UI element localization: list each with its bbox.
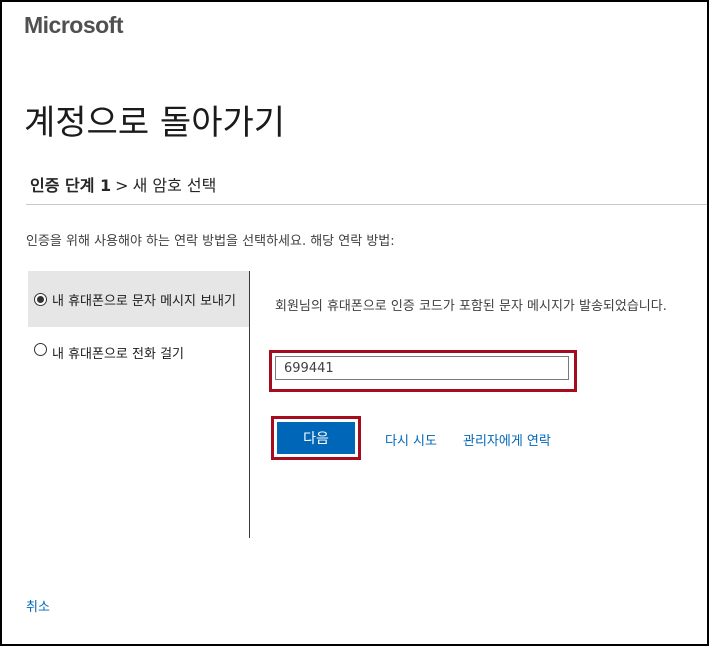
contact-method-list: 내 휴대폰으로 문자 메시지 보내기 내 휴대폰으로 전화 걸기 bbox=[28, 271, 249, 387]
contact-admin-link[interactable]: 관리자에게 연락 bbox=[463, 430, 551, 449]
page-title: 계정으로 돌아가기 bbox=[24, 103, 286, 143]
page-frame: Microsoft 계정으로 돌아가기 인증 단계 1 > 새 암호 선택 인증을 … bbox=[0, 0, 709, 646]
breadcrumb: 인증 단계 1 > 새 암호 선택 bbox=[30, 172, 216, 196]
breadcrumb-separator: > bbox=[115, 176, 129, 195]
verification-code-input[interactable] bbox=[275, 356, 569, 380]
method-label: 내 휴대폰으로 전화 걸기 bbox=[52, 347, 184, 362]
method-label: 내 휴대폰으로 문자 메시지 보내기 bbox=[52, 293, 236, 309]
radio-unselected-icon[interactable] bbox=[34, 343, 47, 356]
breadcrumb-current-step: 인증 단계 1 bbox=[30, 176, 112, 195]
instructions-text: 인증을 위해 사용해야 하는 연락 방법을 선택하세요. 해당 연락 방법: bbox=[26, 234, 395, 249]
microsoft-logo: Microsoft bbox=[24, 12, 124, 38]
code-input-highlight bbox=[269, 350, 577, 392]
divider bbox=[26, 204, 707, 205]
code-sent-message: 회원님의 휴대폰으로 인증 코드가 포함된 문자 메시지가 발송되었습니다. bbox=[275, 299, 667, 314]
next-button-highlight: 다음 bbox=[271, 416, 361, 460]
breadcrumb-next-step: 새 암호 선택 bbox=[132, 176, 217, 195]
method-text-message[interactable]: 내 휴대폰으로 문자 메시지 보내기 bbox=[28, 271, 249, 327]
method-phone-call[interactable]: 내 휴대폰으로 전화 걸기 bbox=[28, 327, 249, 387]
retry-link[interactable]: 다시 시도 bbox=[385, 430, 437, 449]
cancel-link[interactable]: 취소 bbox=[26, 596, 50, 615]
next-button[interactable]: 다음 bbox=[277, 422, 355, 454]
radio-selected-icon[interactable] bbox=[34, 292, 47, 306]
panel-divider bbox=[249, 271, 250, 538]
